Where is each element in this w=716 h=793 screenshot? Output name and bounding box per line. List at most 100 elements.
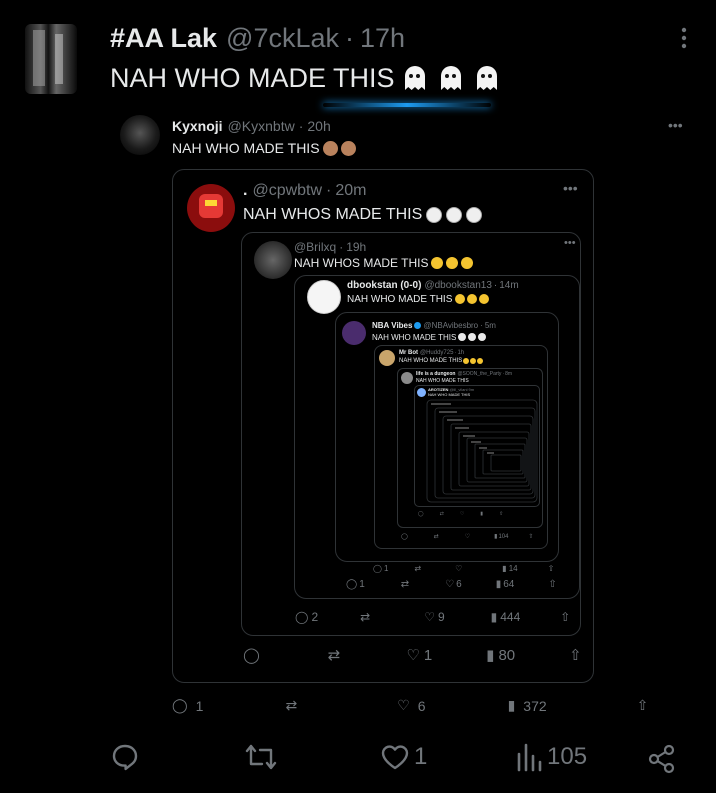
handle: @cpwbtw — [252, 182, 323, 199]
like-icon: ♡ — [445, 579, 455, 590]
like-count: 9 — [437, 610, 445, 624]
handle[interactable]: @7ckLak — [226, 23, 339, 54]
like-count: 6 — [456, 579, 462, 590]
views-button[interactable]: 105 — [515, 742, 587, 772]
like-icon: ♡ — [464, 534, 471, 540]
retweet-icon: ⇄ — [414, 564, 422, 573]
laugh-emoji-icon — [470, 358, 477, 364]
views-icon: ▮ — [486, 647, 495, 664]
like-count: 1 — [414, 743, 428, 770]
avatar — [307, 280, 341, 314]
retweet-icon — [245, 744, 277, 770]
avatar — [417, 388, 426, 397]
tweet-text-content: NAH WHO MADE THIS — [399, 358, 463, 364]
tweet-header: #AA Lak @7ckLak · 17h — [110, 22, 405, 54]
quoted-text: NAH WHO MADE THIS — [347, 292, 490, 306]
timestamp: 8m — [505, 370, 513, 377]
like-count: 6 — [417, 697, 426, 714]
retweet-button[interactable] — [244, 742, 284, 776]
more-horizontal-icon: ••• — [564, 237, 576, 249]
laugh-emoji-icon — [461, 257, 474, 269]
share-icon: ⇧ — [528, 534, 534, 540]
ghost-icon — [404, 66, 425, 90]
quote-card: AROTIZEN @lil_vilani 9m NAH WHO MADE THI… — [414, 385, 540, 507]
views-icon: ▮ — [494, 534, 498, 540]
separator: · — [339, 240, 344, 254]
views-icon: ▮ — [490, 610, 498, 624]
quoted-header: NBA Vibes @NBAvibesbro · 5m — [372, 319, 496, 331]
handle: @Huddy725 — [420, 350, 454, 356]
views-count: 80 — [498, 646, 516, 664]
views-icon — [517, 743, 542, 772]
quote-card: Mr Bot @Huddy725 · 1h NAH WHO MADE THIS — [374, 345, 548, 549]
action-bar: ◯ 1 ⇄ ♡ 6 ▮ 64 ⇧ — [346, 579, 557, 590]
reply-icon: ◯ — [172, 697, 188, 713]
avatar[interactable] — [25, 24, 77, 94]
tweet-text-content: NAH WHO MADE THIS — [428, 392, 471, 397]
retweet-icon: ⇄ — [360, 610, 371, 624]
like-icon: ♡ — [459, 511, 465, 517]
recursive-quote-tunnel — [426, 399, 538, 503]
quoted-header: Mr Bot @Huddy725 · 1h — [399, 349, 464, 357]
timestamp[interactable]: 17h — [360, 23, 405, 54]
skull-emoji-icon — [468, 333, 477, 341]
timestamp: 20m — [335, 182, 367, 199]
like-icon: ♡ — [424, 610, 435, 624]
more-vertical-icon[interactable] — [674, 26, 694, 50]
quoted-header: @Brilxq · 19h — [294, 239, 366, 255]
avatar — [120, 115, 160, 155]
like-icon: ♡ — [406, 647, 420, 664]
action-bar: ◯ 2 ⇄ ♡ 9 ▮ 444 ⇧ — [295, 610, 570, 624]
views-count: 444 — [500, 610, 521, 624]
quote-card: . @cpwbtw · 20m ••• NAH WHOS MADE THIS @… — [172, 169, 594, 683]
retweet-icon: ⇄ — [400, 579, 410, 590]
quote-card: NBA Vibes @NBAvibesbro · 5m NAH WHO MADE… — [335, 312, 559, 562]
like-count: 1 — [423, 646, 433, 664]
reply-icon: ◯ — [295, 610, 309, 624]
reply-count: 1 — [383, 564, 389, 573]
reply-button[interactable] — [110, 742, 144, 776]
quoted-text: NAH WHOS MADE THIS — [294, 255, 474, 271]
share-icon: ⇧ — [560, 610, 571, 624]
like-icon: ♡ — [397, 697, 410, 713]
display-name[interactable]: #AA Lak — [110, 23, 217, 54]
display-name: Kyxnoji — [172, 118, 223, 134]
more-horizontal-icon: ••• — [668, 117, 683, 133]
tweet-text: NAH WHO MADE THIS — [110, 62, 501, 94]
tweet-text-content: NAH WHO MADE THIS — [347, 293, 453, 305]
retweet-icon: ⇄ — [433, 534, 439, 540]
separator: · — [326, 182, 332, 199]
share-button[interactable] — [648, 744, 676, 774]
separator: · — [480, 320, 483, 330]
display-name: . — [243, 182, 248, 199]
quote-card: life is a dungeon @SOON_the_Party · 8m N… — [397, 368, 543, 528]
quoted-text: NAH WHO MADE THIS — [416, 377, 469, 384]
avatar — [254, 241, 292, 279]
laugh-emoji-icon — [455, 294, 466, 304]
views-count: 64 — [503, 579, 515, 590]
quoted-header: . @cpwbtw · 20m — [243, 180, 367, 202]
tweet-text-content: NAH WHO MADE THIS — [372, 332, 457, 342]
views-count: 105 — [547, 743, 588, 770]
quoted-header: Kyxnoji @Kyxnbtw · 20h — [172, 117, 331, 135]
action-bar: ◯ 1 ⇄ ♡ ▮ 14 ⇧ — [373, 564, 554, 573]
handle: @Brilxq — [294, 240, 337, 254]
like-button[interactable]: 1 — [380, 742, 427, 772]
action-bar: ◯ ⇄ ♡ 1 ▮ 80 ⇧ — [243, 646, 582, 665]
quoted-text: NAH WHOS MADE THIS — [243, 204, 483, 226]
reply-count: 1 — [195, 697, 204, 714]
timestamp: 14m — [499, 279, 519, 291]
action-bar: ◯ 1 ⇄ ♡ 6 ▮ 372 ⇧ — [172, 697, 648, 714]
share-icon: ⇧ — [548, 579, 557, 590]
tweet-text-content: NAH WHO MADE THIS — [110, 62, 395, 93]
views-icon: ▮ — [507, 697, 516, 713]
views-icon: ▮ — [502, 564, 507, 573]
timestamp: 1h — [457, 350, 465, 356]
skull-emoji-icon — [458, 333, 467, 341]
like-icon — [381, 745, 409, 770]
retweet-icon: ⇄ — [285, 697, 298, 713]
embedded-screenshot[interactable]: Kyxnoji @Kyxnbtw · 20h ••• NAH WHO MADE … — [110, 107, 716, 725]
quoted-text: NAH WHO MADE THIS — [172, 138, 356, 158]
cow-emoji-icon — [446, 207, 463, 223]
quoted-header: life is a dungeon @SOON_the_Party · 8m — [416, 370, 512, 377]
